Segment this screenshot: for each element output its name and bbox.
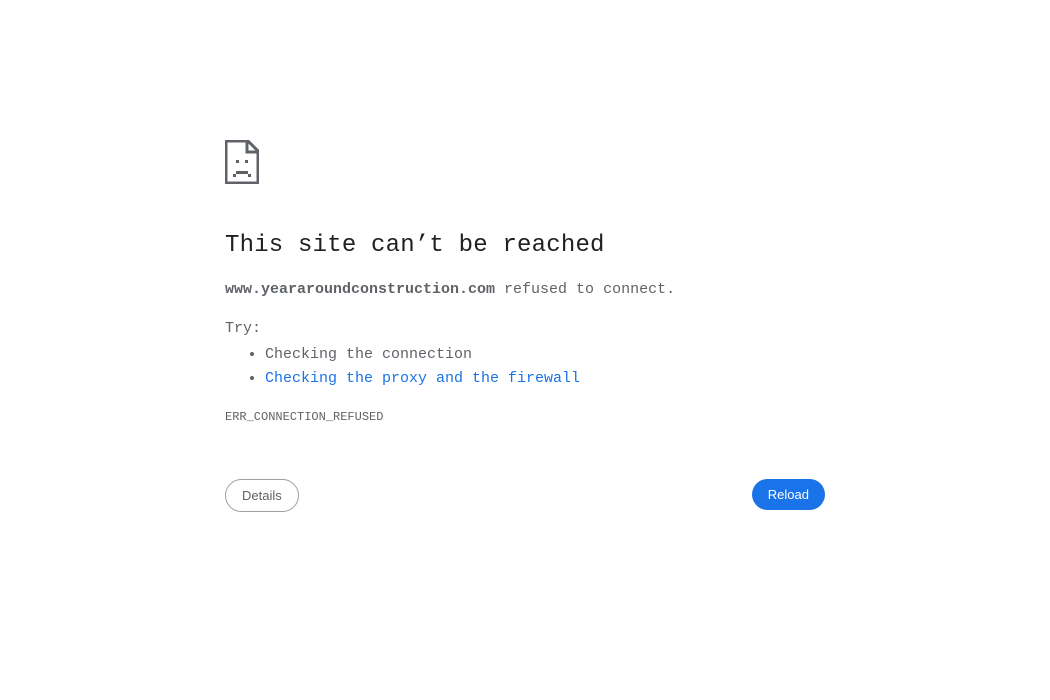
details-button[interactable]: Details [225, 479, 299, 512]
page-title: This site can’t be reached [225, 232, 605, 259]
error-summary: www.yeararoundconstruction.com refused t… [225, 280, 825, 300]
reload-button[interactable]: Reload [751, 479, 825, 510]
suggestion-text: Checking the connection [265, 346, 473, 363]
error-code: ERR_CONNECTION_REFUSED [225, 410, 384, 424]
error-host: www.yeararoundconstruction.com [225, 281, 496, 298]
button-bar: Details Reload [225, 479, 825, 513]
suggestion-link-proxy-firewall[interactable]: Checking the proxy and the firewall [265, 370, 580, 387]
suggestion-check-connection: Checking the connection [265, 343, 825, 367]
sad-page-icon [225, 140, 259, 184]
error-page: This site can’t be reached www.yeararoun… [225, 140, 825, 425]
error-summary-text: refused to connect. [495, 281, 676, 298]
suggestion-check-proxy-firewall[interactable]: Checking the proxy and the firewall [265, 367, 825, 391]
try-label: Try: [225, 320, 262, 337]
suggestions-list: Checking the connection Checking the pro… [225, 343, 825, 391]
